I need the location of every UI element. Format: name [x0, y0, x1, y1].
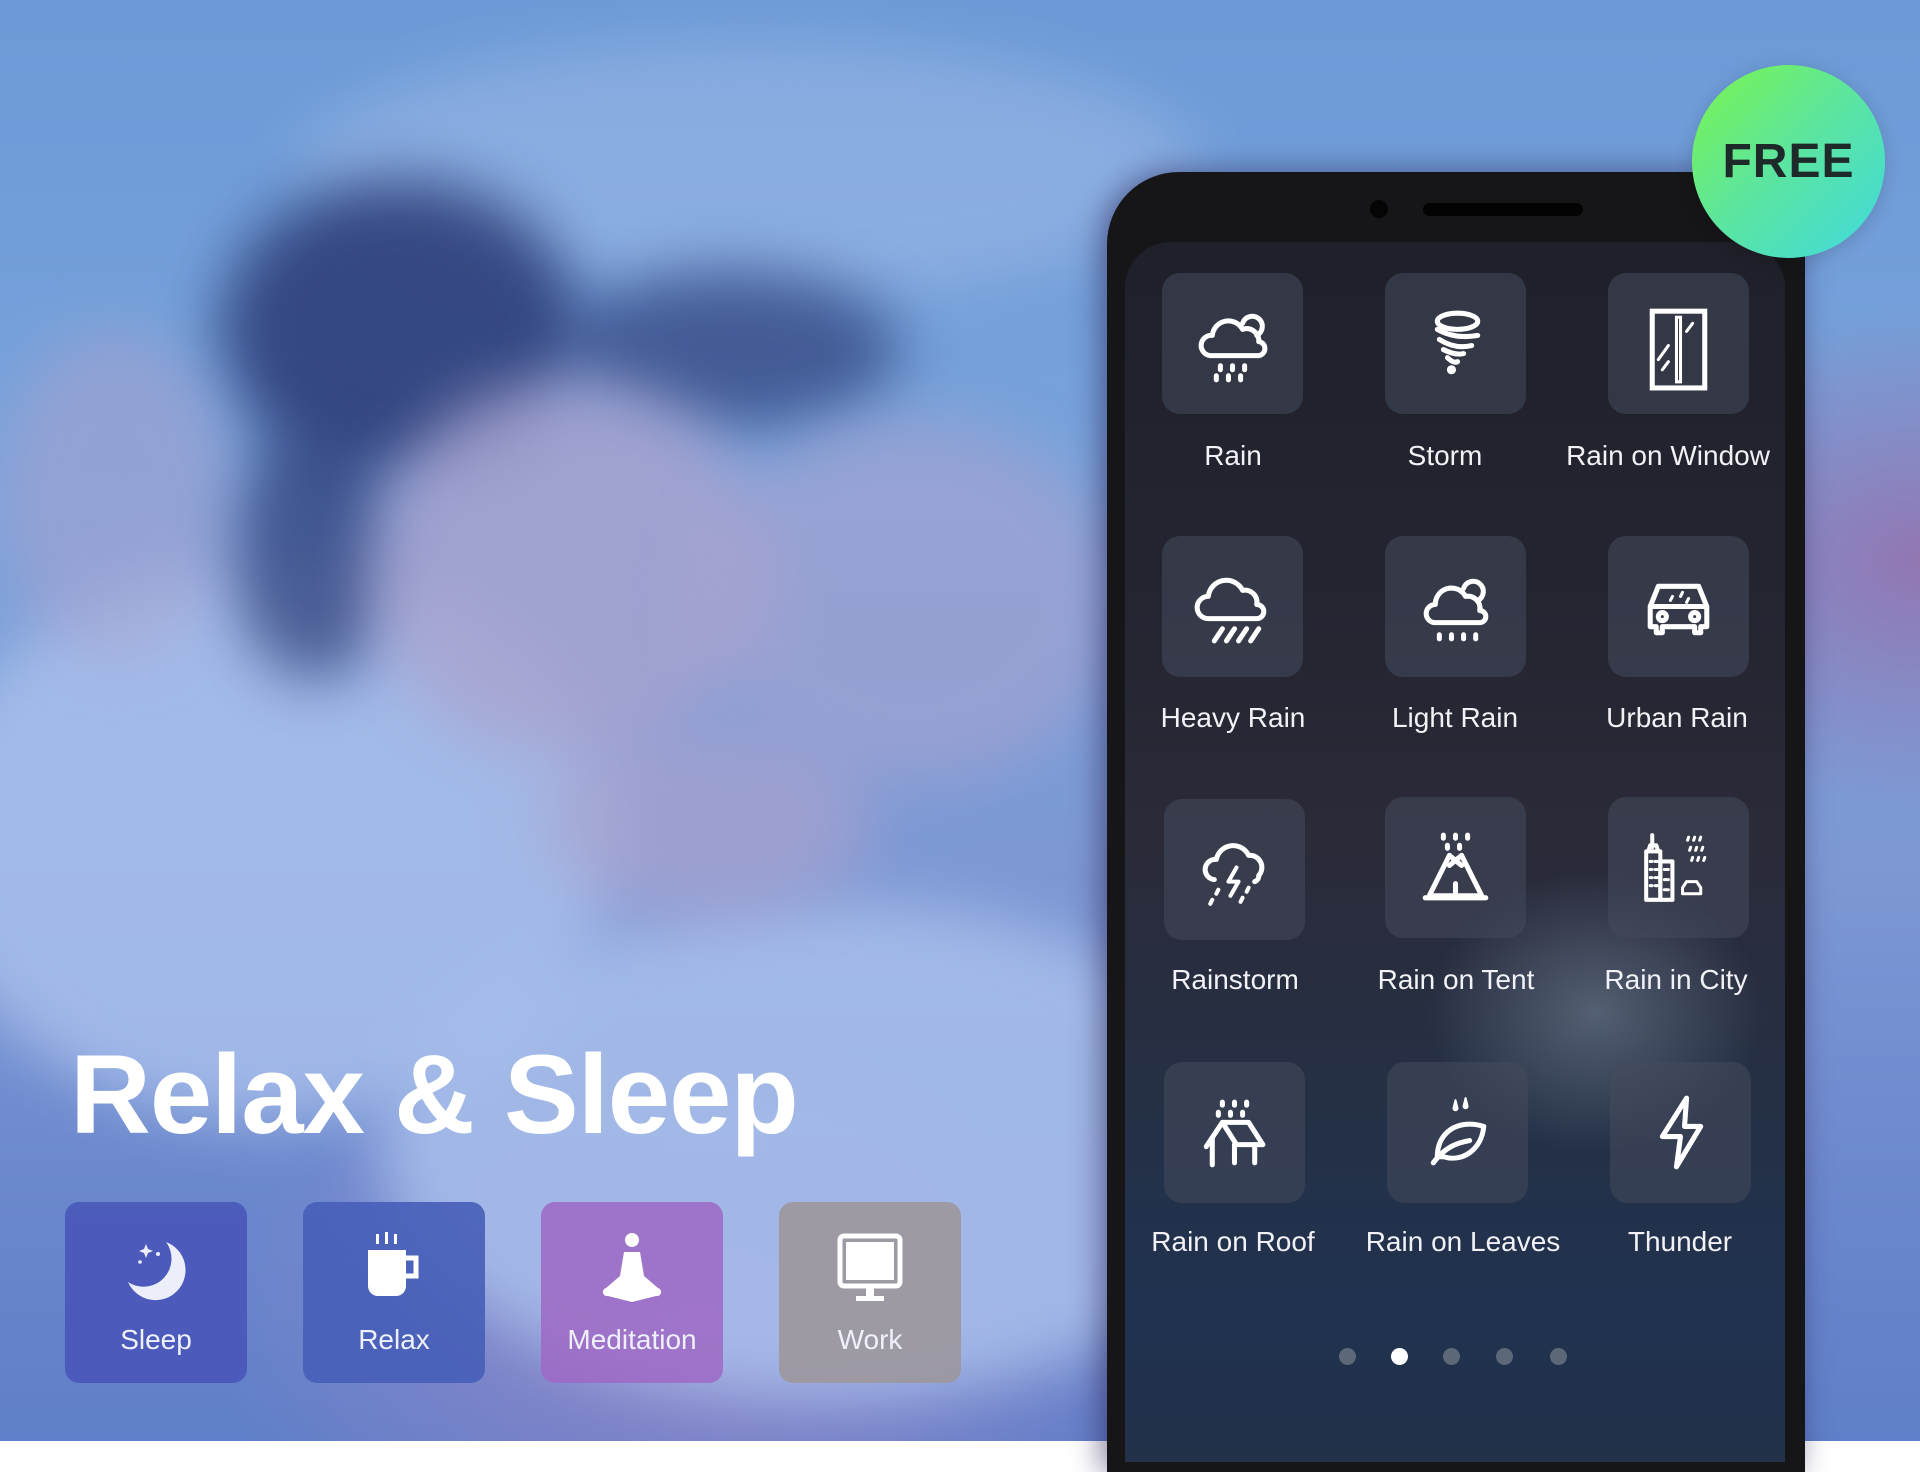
- category-label: Relax: [358, 1324, 430, 1355]
- meditation-icon: [592, 1230, 672, 1310]
- sound-label: Rainstorm: [1171, 964, 1299, 995]
- sound-tile-rain-on-tent[interactable]: [1385, 797, 1526, 938]
- sound-label: Rain on Window: [1566, 440, 1770, 471]
- page-dot-2-active[interactable]: [1391, 1348, 1408, 1365]
- monitor-icon: [830, 1230, 910, 1310]
- sound-label: Thunder: [1627, 1226, 1733, 1257]
- sound-label: Rain on Leaves: [1365, 1226, 1561, 1257]
- sound-tile-rain[interactable]: [1162, 273, 1303, 414]
- city-rain-icon: [1644, 833, 1707, 902]
- phone-speaker: [1423, 203, 1583, 216]
- sound-grid-screen: Rain Storm Rain on Window Heavy Rain Lig…: [1125, 242, 1785, 1462]
- sound-tile-light-rain[interactable]: [1385, 536, 1526, 677]
- window-icon: [1649, 308, 1708, 391]
- moon-stars-icon: [116, 1230, 196, 1310]
- page-dot-1[interactable]: [1339, 1348, 1356, 1365]
- sound-label: Rain on Tent: [1377, 964, 1535, 995]
- sound-label: Rain in City: [1604, 964, 1748, 995]
- leaf-drops-icon: [1430, 1097, 1487, 1166]
- category-meditation[interactable]: Meditation: [541, 1202, 723, 1383]
- coffee-cup-icon: [354, 1230, 434, 1310]
- sound-tile-rain-in-city[interactable]: [1608, 797, 1749, 938]
- cloud-rain-sun-icon: [1198, 313, 1268, 383]
- sound-label: Rain: [1204, 440, 1262, 471]
- tornado-icon: [1434, 310, 1481, 375]
- sound-tile-storm[interactable]: [1385, 273, 1526, 414]
- sound-label: Storm: [1407, 440, 1483, 471]
- free-badge-label: FREE: [1722, 135, 1855, 188]
- sound-tile-rain-on-roof[interactable]: [1164, 1062, 1305, 1203]
- category-list: Sleep Relax Meditation Work: [65, 1202, 961, 1383]
- page-dot-5[interactable]: [1550, 1348, 1567, 1365]
- tent-rain-icon: [1422, 832, 1489, 901]
- lightning-bolt-icon: [1659, 1095, 1704, 1170]
- sound-tile-rainstorm[interactable]: [1164, 799, 1305, 940]
- sound-tile-urban-rain[interactable]: [1608, 536, 1749, 677]
- category-relax[interactable]: Relax: [303, 1202, 485, 1383]
- car-icon: [1647, 583, 1710, 636]
- sound-tile-heavy-rain[interactable]: [1162, 536, 1303, 677]
- page-dot-4[interactable]: [1496, 1348, 1513, 1365]
- sound-label: Light Rain: [1391, 702, 1519, 733]
- sound-label: Rain on Roof: [1151, 1226, 1315, 1257]
- category-label: Sleep: [120, 1324, 192, 1355]
- phone-camera: [1370, 200, 1388, 218]
- category-work[interactable]: Work: [779, 1202, 961, 1383]
- category-label: Work: [837, 1324, 903, 1355]
- page-title: Relax & Sleep: [70, 1032, 799, 1157]
- category-sleep[interactable]: Sleep: [65, 1202, 247, 1383]
- category-label: Meditation: [567, 1324, 697, 1355]
- roof-rain-icon: [1203, 1099, 1266, 1168]
- sound-label: Heavy Rain: [1160, 702, 1306, 733]
- cloud-lightning-rain-icon: [1202, 843, 1265, 906]
- cloud-light-rain-icon: [1423, 578, 1489, 642]
- free-badge: FREE: [1692, 65, 1885, 258]
- sound-tile-rain-on-leaves[interactable]: [1387, 1062, 1528, 1203]
- sound-label: Urban Rain: [1606, 702, 1748, 733]
- sound-tile-rain-on-window[interactable]: [1608, 273, 1749, 414]
- page-dot-3[interactable]: [1443, 1348, 1460, 1365]
- cloud-heavy-rain-icon: [1194, 577, 1267, 644]
- sound-tile-thunder[interactable]: [1610, 1062, 1751, 1203]
